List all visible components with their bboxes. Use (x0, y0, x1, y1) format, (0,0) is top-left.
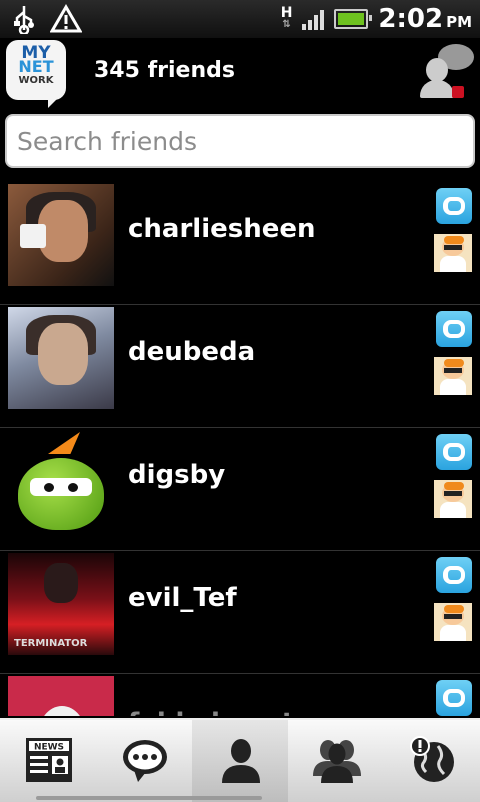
news-label: NEWS (34, 743, 64, 753)
friend-row[interactable]: digsby (0, 428, 480, 551)
person-icon (222, 739, 260, 783)
friend-avatar[interactable]: TERMINATOR (8, 553, 114, 655)
search-input[interactable] (5, 114, 475, 168)
digsby-icon (434, 234, 472, 272)
logo-text-work: WORK (18, 75, 54, 86)
clock-ampm: PM (446, 13, 472, 31)
usb-icon (14, 6, 34, 34)
friend-row[interactable]: deubeda (0, 305, 480, 428)
signal-icon (302, 8, 325, 30)
tab-chat[interactable] (96, 720, 192, 802)
friends-list[interactable]: charliesheen deubeda digsby TERMINATOR e… (0, 182, 480, 716)
clock: 2:02 PM (378, 4, 472, 34)
friend-name: fabbyheyetna (128, 708, 330, 716)
chat-bubble-icon (123, 740, 167, 782)
twitter-icon (436, 434, 472, 470)
twitter-icon (436, 680, 472, 716)
tab-news[interactable]: NEWS (0, 720, 96, 802)
network-type-icon: H ⇅ (280, 5, 293, 30)
friend-avatar[interactable] (8, 676, 114, 716)
status-bar: H ⇅ 2:02 PM (0, 0, 480, 38)
app-header: MY NET WORK 345 friends (0, 38, 480, 110)
warning-icon (50, 4, 82, 33)
tab-friends[interactable] (192, 720, 288, 802)
battery-charging-icon (334, 9, 373, 29)
poster-text: TERMINATOR (14, 638, 88, 649)
friend-avatar[interactable] (8, 430, 114, 532)
news-icon: NEWS (26, 738, 72, 782)
friend-name: deubeda (128, 337, 256, 367)
globe-alert-icon (410, 736, 454, 782)
twitter-icon (436, 311, 472, 347)
friend-row[interactable]: fabbyheyetna (0, 674, 480, 716)
friend-count: 345 friends (94, 58, 235, 83)
app-logo[interactable]: MY NET WORK (6, 40, 66, 108)
digsby-icon (434, 480, 472, 518)
digsby-icon (434, 357, 472, 395)
twitter-icon (436, 557, 472, 593)
friend-name: charliesheen (128, 214, 316, 244)
tab-groups[interactable] (288, 720, 384, 802)
friend-avatar[interactable] (8, 184, 114, 286)
digsby-icon (434, 603, 472, 641)
twitter-icon (436, 188, 472, 224)
profile-chat-icon[interactable] (420, 44, 474, 100)
friend-avatar[interactable] (8, 307, 114, 409)
friend-name: digsby (128, 460, 226, 490)
friend-row[interactable]: charliesheen (0, 182, 480, 305)
logo-text-net: NET (18, 57, 54, 76)
group-icon (313, 740, 361, 783)
scroll-indicator (36, 796, 262, 800)
clock-time: 2:02 (378, 4, 444, 34)
bottom-tab-bar: NEWS (0, 718, 480, 802)
friend-row[interactable]: TERMINATOR evil_Tef (0, 551, 480, 674)
friend-name: evil_Tef (128, 583, 237, 613)
tab-world[interactable] (384, 720, 480, 802)
